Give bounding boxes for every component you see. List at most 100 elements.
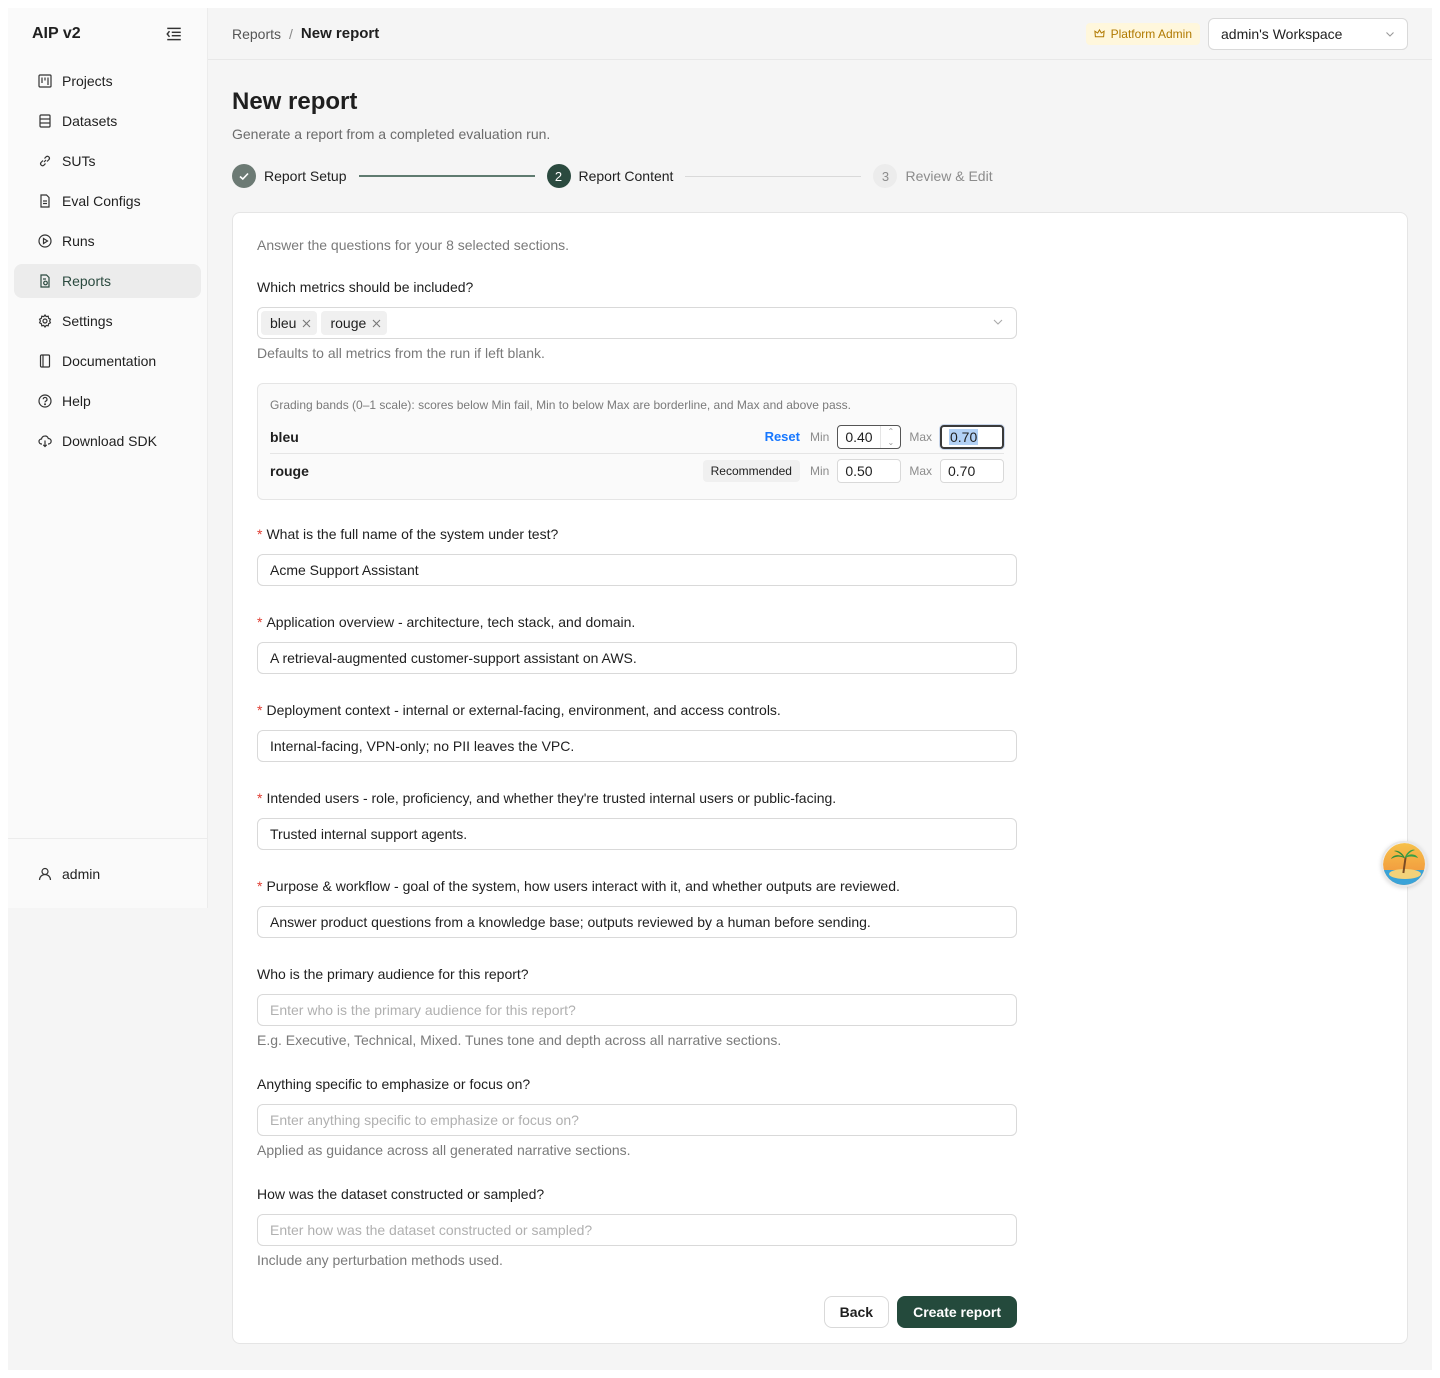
- step-label: Review & Edit: [905, 168, 993, 184]
- sidebar-item-label: Reports: [62, 273, 112, 289]
- rouge-min-input[interactable]: 0.50: [837, 459, 902, 483]
- question-label: * Deployment context - internal or extern…: [257, 702, 1017, 720]
- emphasis-help: Applied as guidance across all generated…: [257, 1142, 631, 1158]
- page-content: New report Generate a report from a comp…: [208, 60, 1432, 1344]
- link-icon: [38, 154, 52, 168]
- question-text: Intended users - role, proficiency, and …: [266, 790, 837, 806]
- question-label: * Purpose & workflow - goal of the system…: [257, 878, 1017, 896]
- breadcrumb-reports-link[interactable]: Reports: [232, 26, 281, 42]
- chevron-down-icon: [992, 315, 1004, 331]
- input-value: 0.70: [948, 463, 976, 479]
- step-connector: [358, 175, 535, 177]
- step-label: Report Setup: [264, 168, 347, 184]
- question-application-overview: * Application overview - architecture, te…: [257, 614, 1017, 674]
- sidebar-item-documentation[interactable]: Documentation: [14, 344, 201, 378]
- sidebar-item-suts[interactable]: SUTs: [14, 144, 201, 178]
- sidebar-item-projects[interactable]: Projects: [14, 64, 201, 98]
- sidebar-item-reports[interactable]: Reports: [14, 264, 201, 298]
- required-marker: *: [257, 702, 263, 718]
- collapse-sidebar-icon[interactable]: [165, 25, 183, 43]
- primary-audience-input[interactable]: Enter who is the primary audience for th…: [257, 994, 1017, 1026]
- sidebar-item-label: Runs: [62, 233, 95, 249]
- step-report-content: 2 Report Content: [546, 164, 674, 188]
- breadcrumb: Reports / New report: [232, 25, 379, 42]
- topbar: Reports / New report Platform Admin admi…: [208, 8, 1432, 60]
- database-icon: [38, 114, 52, 128]
- question-text: Deployment context - internal or externa…: [266, 702, 781, 718]
- close-icon[interactable]: [372, 319, 381, 328]
- metrics-tags: bleu rouge: [261, 311, 391, 335]
- question-circle-icon: [38, 394, 52, 408]
- play-circle-icon: [38, 234, 52, 248]
- floating-assistant-avatar[interactable]: [1381, 841, 1427, 887]
- cloud-download-icon: [38, 434, 52, 448]
- bleu-max-input[interactable]: 0.70: [940, 424, 1004, 449]
- chevron-down-icon[interactable]: ⌄: [881, 437, 900, 448]
- purpose-workflow-input[interactable]: Answer product questions from a knowledg…: [257, 906, 1017, 938]
- required-marker: *: [257, 790, 263, 806]
- sidebar-item-download-sdk[interactable]: Download SDK: [14, 424, 201, 458]
- question-label: How was the dataset constructed or sampl…: [257, 1186, 1017, 1204]
- breadcrumb-separator: /: [289, 25, 293, 42]
- rouge-max-input[interactable]: 0.70: [940, 459, 1004, 483]
- tag-label: bleu: [270, 315, 297, 331]
- min-label: Min: [809, 429, 830, 444]
- check-icon: [232, 164, 256, 188]
- back-button[interactable]: Back: [823, 1296, 890, 1328]
- dataset-construction-input[interactable]: Enter how was the dataset constructed or…: [257, 1214, 1017, 1246]
- page-title: New report: [232, 88, 358, 115]
- tag-label: rouge: [330, 315, 367, 331]
- sidebar-item-eval-configs[interactable]: Eval Configs: [14, 184, 201, 218]
- badge-label: Platform Admin: [1110, 26, 1192, 41]
- band-metric-name: rouge: [270, 463, 309, 479]
- report-icon: [38, 274, 52, 288]
- required-marker: *: [257, 878, 263, 894]
- question-text: Application overview - architecture, tec…: [266, 614, 636, 630]
- grading-bands-note: Grading bands (0–1 scale): scores below …: [270, 398, 851, 412]
- min-label: Min: [809, 464, 830, 478]
- required-marker: *: [257, 526, 263, 542]
- input-value: 0.50: [845, 463, 873, 479]
- sidebar-item-label: Help: [62, 393, 91, 409]
- chevron-up-icon[interactable]: ⌃: [881, 426, 900, 437]
- question-purpose-workflow: * Purpose & workflow - goal of the system…: [257, 878, 1017, 938]
- metrics-multiselect[interactable]: bleu rouge: [257, 307, 1017, 339]
- form-actions: Back Create report: [257, 1296, 1017, 1328]
- question-text: What is the full name of the system unde…: [266, 526, 559, 542]
- topbar-right: Platform Admin admin's Workspace: [1085, 17, 1408, 50]
- page-subtitle: Generate a report from a completed evalu…: [232, 126, 551, 142]
- sidebar-item-settings[interactable]: Settings: [14, 304, 201, 338]
- sidebar-item-datasets[interactable]: Datasets: [14, 104, 201, 138]
- step-number: 3: [873, 164, 898, 188]
- step-report-setup[interactable]: Report Setup: [232, 164, 347, 188]
- reset-button[interactable]: Reset: [765, 429, 800, 444]
- question-label: * Application overview - architecture, te…: [257, 614, 1017, 632]
- question-primary-audience: Who is the primary audience for this rep…: [257, 966, 1017, 1048]
- question-text: Anything specific to emphasize or focus …: [257, 1076, 531, 1092]
- metric-tag-bleu: bleu: [261, 311, 318, 335]
- close-icon[interactable]: [302, 319, 311, 328]
- metrics-field: Which metrics should be included? bleu r…: [257, 279, 1017, 361]
- deployment-context-input[interactable]: Internal-facing, VPN-only; no PII leaves…: [257, 730, 1017, 762]
- kanban-icon: [38, 74, 52, 88]
- sidebar-item-label: SUTs: [62, 153, 96, 169]
- breadcrumb-current: New report: [300, 25, 380, 42]
- application-overview-input[interactable]: A retrieval-augmented customer-support a…: [257, 642, 1017, 674]
- intended-users-input[interactable]: Trusted internal support agents.: [257, 818, 1017, 850]
- number-stepper[interactable]: ⌃ ⌄: [880, 425, 900, 448]
- sidebar-item-runs[interactable]: Runs: [14, 224, 201, 258]
- workspace-select[interactable]: admin's Workspace: [1208, 17, 1408, 50]
- create-report-button[interactable]: Create report: [897, 1296, 1017, 1328]
- app-title: AIP v2: [32, 25, 81, 42]
- dataset-construction-help: Include any perturbation methods used.: [257, 1252, 503, 1268]
- platform-admin-badge: Platform Admin: [1085, 22, 1200, 45]
- user-menu[interactable]: admin: [38, 866, 100, 882]
- metrics-label-text: Which metrics should be included?: [257, 279, 474, 295]
- emphasis-input[interactable]: Enter anything specific to emphasize or …: [257, 1104, 1017, 1136]
- sidebar-item-help[interactable]: Help: [14, 384, 201, 418]
- system-name-input[interactable]: Acme Support Assistant: [257, 554, 1017, 586]
- question-emphasis: Anything specific to emphasize or focus …: [257, 1076, 1017, 1158]
- bleu-min-input[interactable]: 0.40 ⌃ ⌄: [837, 424, 902, 449]
- workspace-value: admin's Workspace: [1221, 25, 1343, 42]
- step-label: Report Content: [578, 168, 674, 184]
